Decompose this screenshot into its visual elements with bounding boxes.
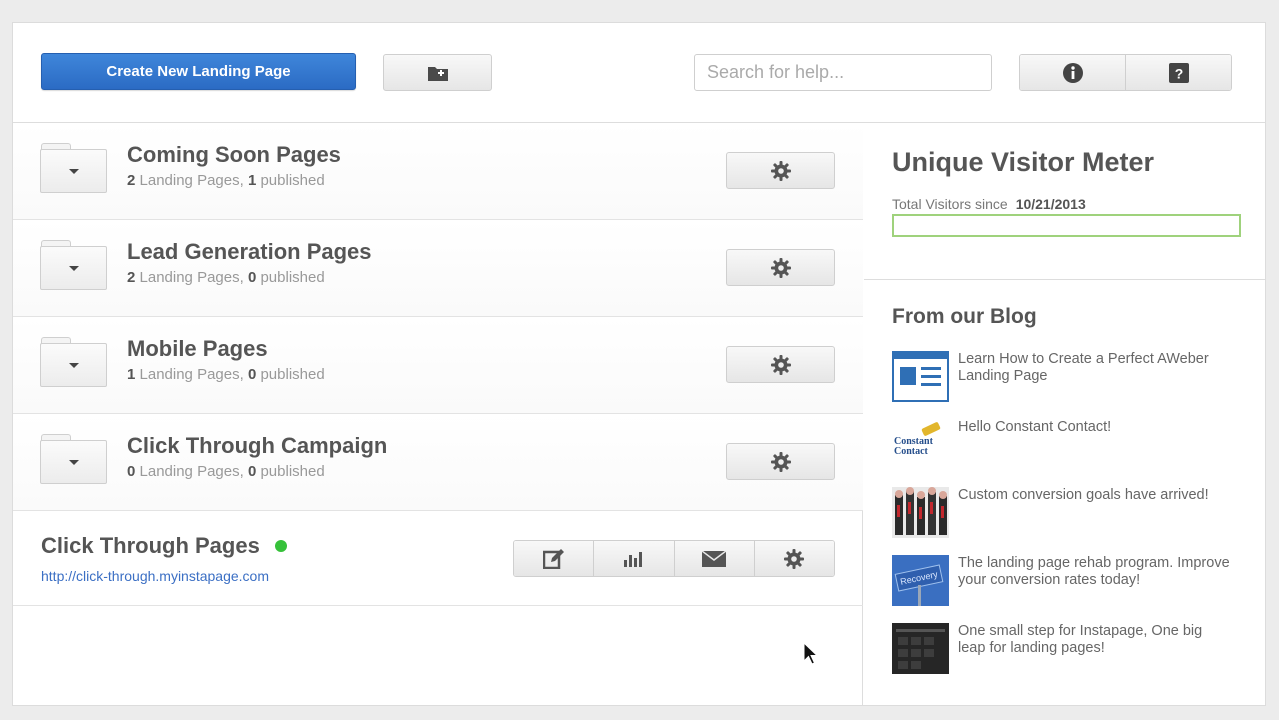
blog-item-text: The landing page rehab program. Improve … bbox=[958, 555, 1230, 588]
create-landing-page-button[interactable]: Create New Landing Page bbox=[41, 53, 356, 90]
help-button[interactable]: ? bbox=[1125, 55, 1231, 90]
gear-icon bbox=[770, 160, 791, 181]
visitor-meter-bar bbox=[892, 214, 1241, 237]
blog-thumbnail: Constant Contact bbox=[892, 419, 949, 470]
add-folder-icon bbox=[427, 66, 448, 81]
group-row: Mobile Pages 1 Landing Pages, 0 publishe… bbox=[13, 317, 863, 414]
blog-title: From our Blog bbox=[892, 305, 1037, 328]
group-stats: 1 Landing Pages, 0 published bbox=[127, 366, 325, 383]
email-button[interactable] bbox=[673, 541, 754, 576]
caret-down-icon bbox=[68, 168, 79, 174]
group-stats: 0 Landing Pages, 0 published bbox=[127, 463, 325, 480]
svg-text:?: ? bbox=[1174, 65, 1183, 81]
help-icon: ? bbox=[1168, 62, 1189, 83]
blog-thumbnail bbox=[892, 623, 949, 674]
group-row: Coming Soon Pages 2 Landing Pages, 1 pub… bbox=[13, 123, 863, 220]
blog-item[interactable]: Recovery The landing page rehab program.… bbox=[892, 555, 1232, 606]
gear-icon bbox=[770, 451, 791, 472]
group-stats: 2 Landing Pages, 1 published bbox=[127, 172, 325, 189]
click-through-row: Click Through Pages http://click-through… bbox=[13, 511, 863, 606]
blog-item[interactable]: Learn How to Create a Perfect AWeber Lan… bbox=[892, 351, 1232, 402]
blog-thumbnail bbox=[892, 351, 949, 402]
group-title[interactable]: Coming Soon Pages bbox=[127, 142, 341, 168]
group-title[interactable]: Click Through Campaign bbox=[127, 433, 387, 459]
create-landing-page-label: Create New Landing Page bbox=[106, 63, 291, 80]
blog-item[interactable]: One small step for Instapage, One big le… bbox=[892, 623, 1232, 674]
mail-icon bbox=[702, 550, 727, 567]
blog-item-text: Hello Constant Contact! bbox=[958, 419, 1112, 435]
status-dot bbox=[274, 540, 287, 552]
info-icon bbox=[1062, 62, 1083, 83]
info-button[interactable] bbox=[1020, 55, 1125, 90]
group-settings-button[interactable] bbox=[726, 443, 835, 480]
gear-icon bbox=[784, 548, 805, 569]
caret-down-icon bbox=[68, 265, 79, 271]
group-title[interactable]: Mobile Pages bbox=[127, 336, 268, 362]
group-settings-button[interactable] bbox=[726, 249, 835, 286]
search-help-input[interactable] bbox=[694, 54, 992, 91]
folder-toggle[interactable] bbox=[40, 337, 107, 387]
click-through-title: Click Through Pages bbox=[41, 533, 287, 559]
edit-button[interactable] bbox=[514, 541, 594, 576]
mouse-cursor-icon bbox=[803, 642, 819, 665]
folder-toggle[interactable] bbox=[40, 434, 107, 484]
gear-icon bbox=[770, 257, 791, 278]
blog-item-text: Learn How to Create a Perfect AWeber Lan… bbox=[958, 351, 1209, 384]
constant-contact-logo: Constant Contact bbox=[894, 436, 933, 457]
blog-item-text: One small step for Instapage, One big le… bbox=[958, 623, 1203, 656]
visitor-meter-subtitle: Total Visitors since 10/21/2013 bbox=[892, 196, 1086, 212]
blog-item-text: Custom conversion goals have arrived! bbox=[958, 487, 1209, 503]
app-frame: Create New Landing Page ? bbox=[12, 22, 1266, 706]
edit-icon bbox=[542, 548, 564, 569]
stats-button[interactable] bbox=[593, 541, 674, 576]
visitor-meter: Unique Visitor Meter Total Visitors sinc… bbox=[864, 123, 1265, 280]
group-title[interactable]: Lead Generation Pages bbox=[127, 239, 372, 265]
group-row: Click Through Campaign 0 Landing Pages, … bbox=[13, 414, 863, 511]
toolbar: Create New Landing Page ? bbox=[13, 23, 1265, 123]
stats-icon bbox=[623, 551, 642, 567]
folder-toggle[interactable] bbox=[40, 240, 107, 290]
caret-down-icon bbox=[68, 362, 79, 368]
visitor-meter-title: Unique Visitor Meter bbox=[892, 147, 1155, 177]
folder-toggle[interactable] bbox=[40, 143, 107, 193]
click-through-url-link[interactable]: http://click-through.myinstapage.com bbox=[41, 568, 269, 584]
info-help-button-group: ? bbox=[1019, 54, 1232, 91]
click-through-actions bbox=[513, 540, 835, 577]
caret-down-icon bbox=[68, 459, 79, 465]
group-row: Lead Generation Pages 2 Landing Pages, 0… bbox=[13, 220, 863, 317]
sidebar: Unique Visitor Meter Total Visitors sinc… bbox=[864, 123, 1265, 705]
blog-thumbnail bbox=[892, 487, 949, 538]
landing-page-groups: Coming Soon Pages 2 Landing Pages, 1 pub… bbox=[13, 123, 863, 705]
group-stats: 2 Landing Pages, 0 published bbox=[127, 269, 325, 286]
gear-icon bbox=[770, 354, 791, 375]
blog-item[interactable]: Custom conversion goals have arrived! bbox=[892, 487, 1232, 538]
new-folder-button[interactable] bbox=[383, 54, 492, 91]
click-through-settings-button[interactable] bbox=[753, 541, 834, 576]
blog-item[interactable]: Constant Contact Hello Constant Contact! bbox=[892, 419, 1232, 470]
group-settings-button[interactable] bbox=[726, 346, 835, 383]
group-settings-button[interactable] bbox=[726, 152, 835, 189]
blog-thumbnail: Recovery bbox=[892, 555, 949, 606]
